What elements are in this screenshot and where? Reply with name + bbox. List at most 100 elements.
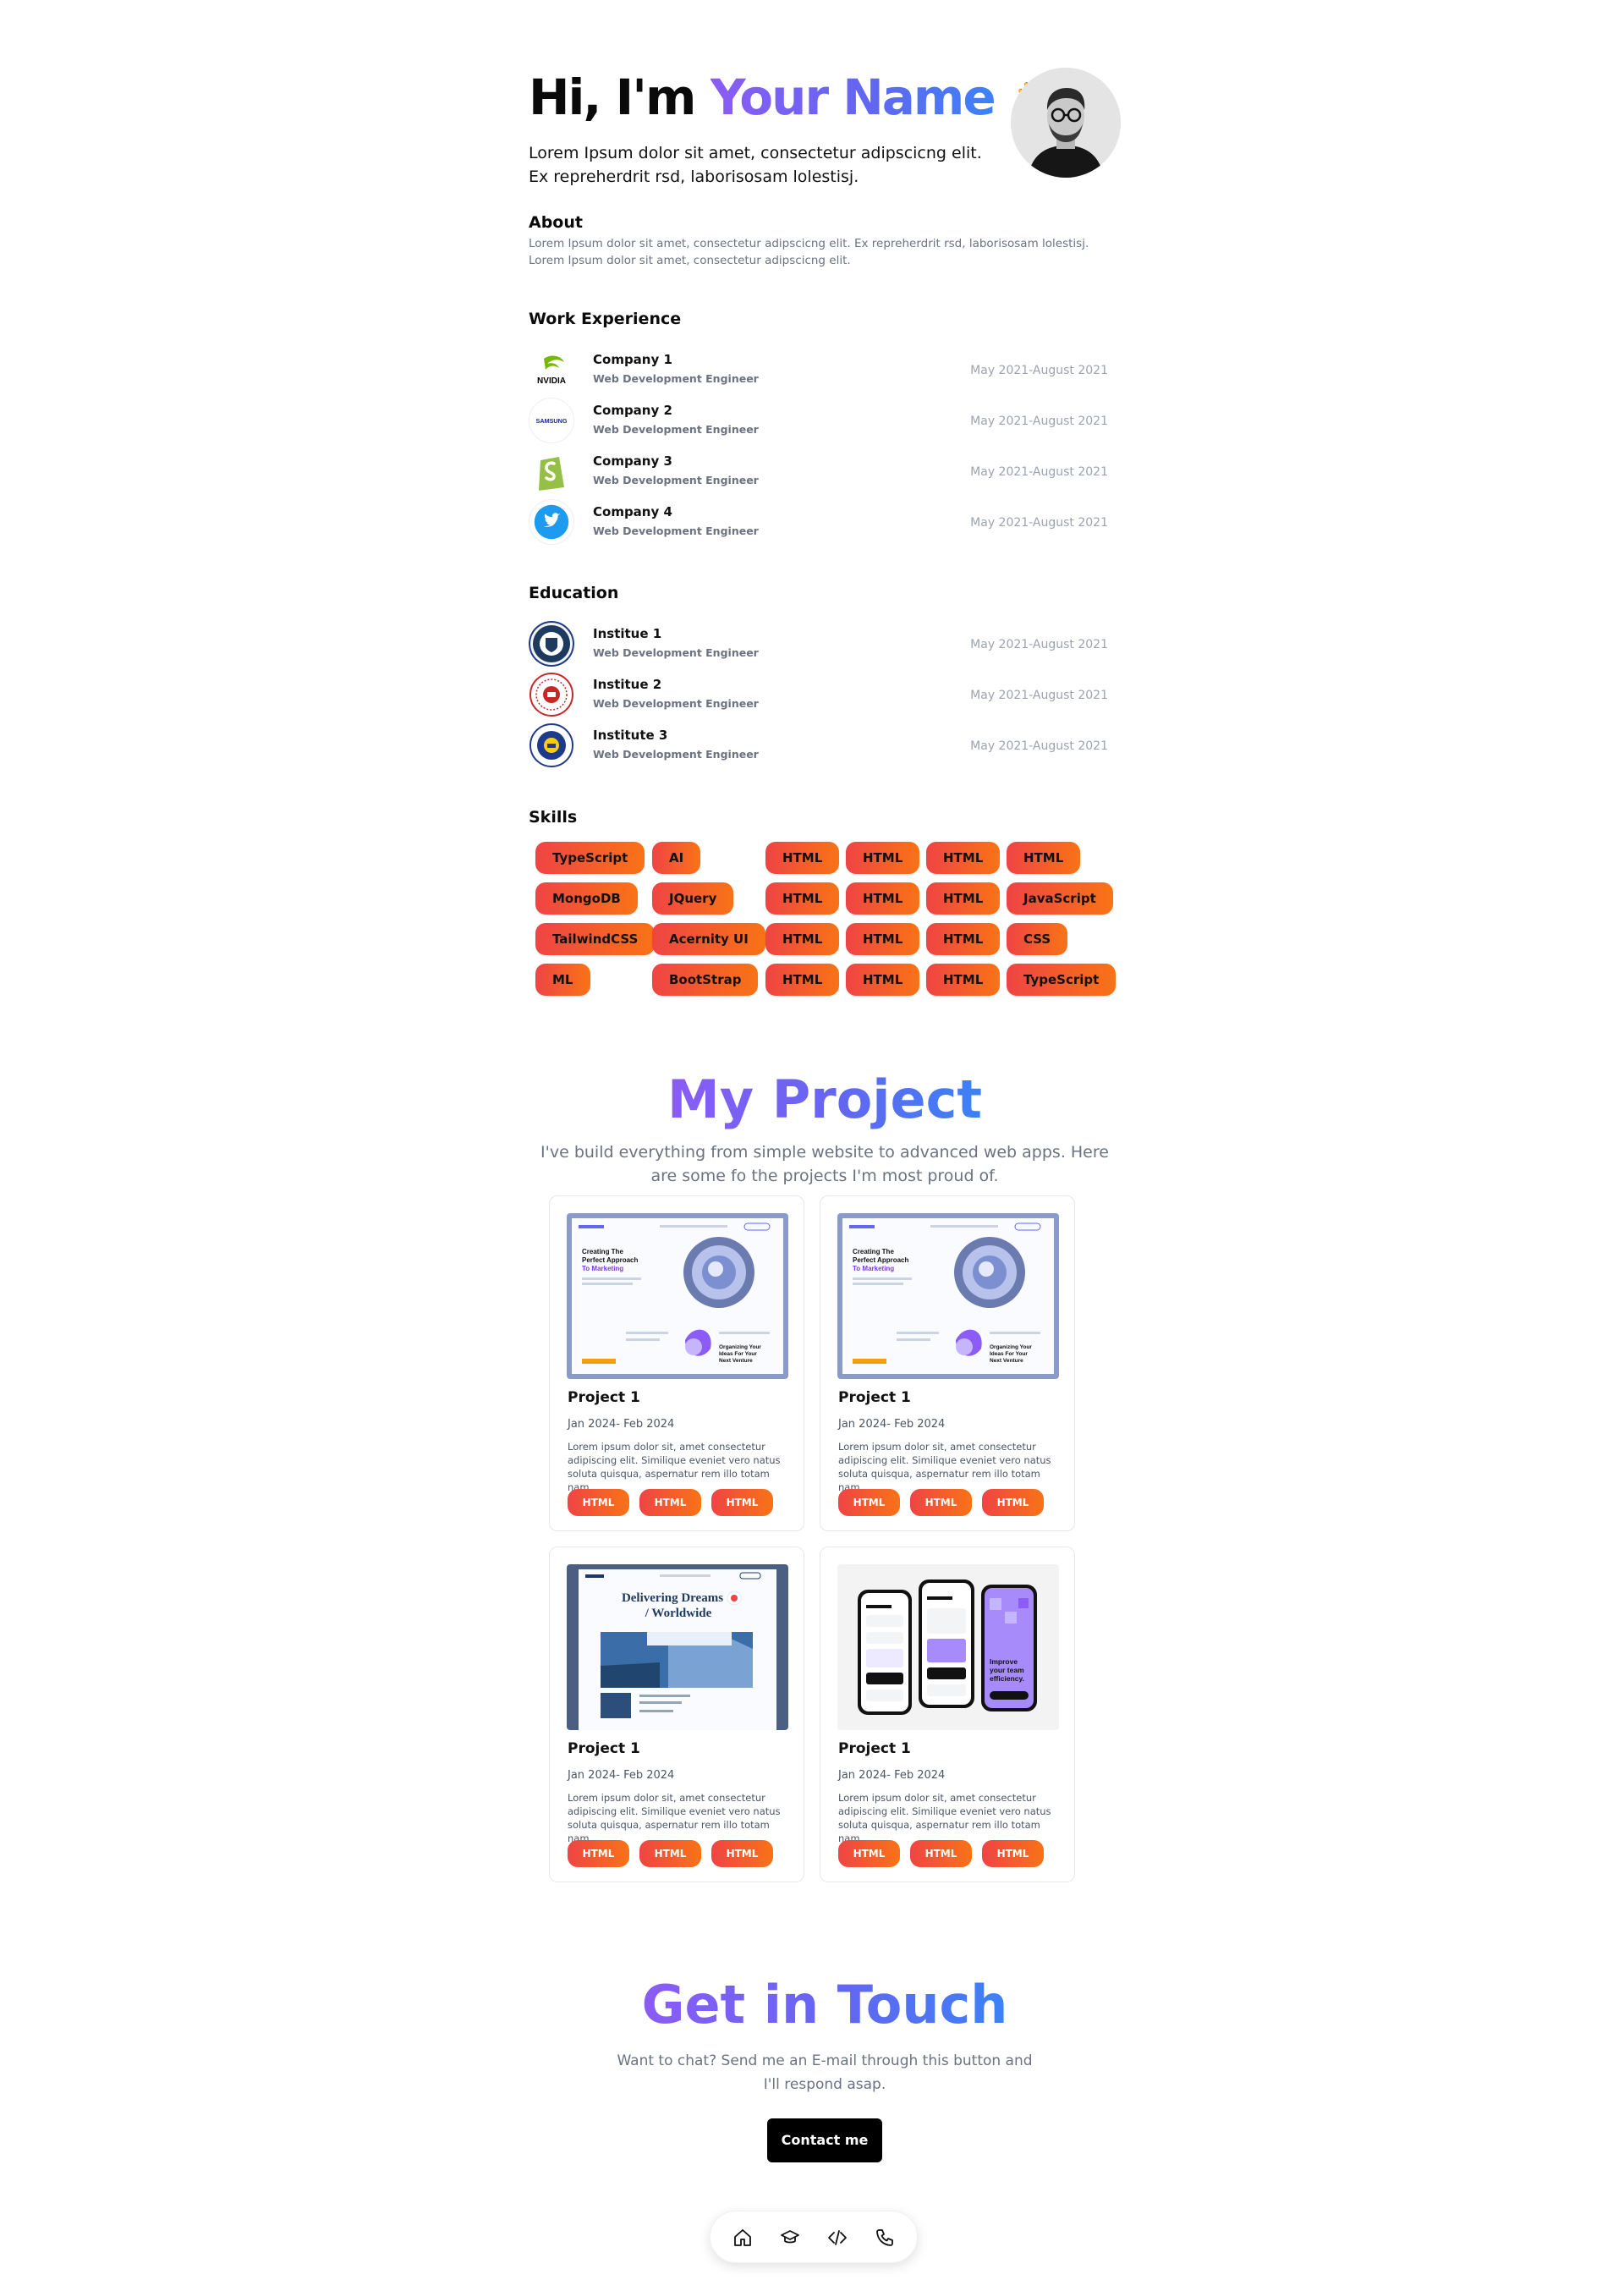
company-name: Company 2 — [593, 403, 672, 418]
skill-pill: AI — [652, 842, 701, 874]
svg-text:your team: your team — [990, 1666, 1024, 1674]
education-list: Institue 1 Web Development Engineer May … — [529, 619, 1121, 772]
work-item[interactable]: Company 3 Web Development Engineer May 2… — [529, 447, 1121, 497]
institute-seal-icon — [529, 722, 574, 768]
home-icon[interactable] — [732, 2228, 753, 2248]
work-date: May 2021-August 2021 — [970, 364, 1108, 377]
shopify-logo-icon — [529, 448, 574, 494]
hero-section: Hi, I'm Your Name 👋 Lorem Ipsum dolor si… — [529, 63, 1121, 186]
skill-pill: HTML — [765, 964, 840, 996]
svg-text:SAMSUNG: SAMSUNG — [536, 417, 568, 425]
about-text: Lorem Ipsum dolor sit amet, consectetur … — [529, 237, 1089, 267]
project-card[interactable]: Creating The Perfect Approach To Marketi… — [549, 1195, 804, 1531]
contact-section: Get in Touch Want to chat? Send me an E-… — [529, 1971, 1121, 2162]
company-role: Web Development Engineer — [593, 423, 759, 436]
svg-text:Organizing Your: Organizing Your — [719, 1344, 761, 1350]
project-tag: HTML — [982, 1489, 1044, 1516]
project-tags: HTML HTML HTML — [838, 1840, 1054, 1867]
work-title: Work Experience — [529, 310, 682, 328]
project-tags: HTML HTML HTML — [568, 1840, 783, 1867]
institute-name: Institue 1 — [593, 626, 662, 641]
institute-seal-icon — [529, 672, 574, 717]
svg-text:Ideas For Your: Ideas For Your — [719, 1351, 757, 1357]
institute-role: Web Development Engineer — [593, 697, 759, 710]
education-item[interactable]: Institute 3 Web Development Engineer May… — [529, 721, 1121, 772]
institute-role: Web Development Engineer — [593, 748, 759, 761]
svg-text:Next Venture: Next Venture — [990, 1358, 1023, 1364]
education-date: May 2021-August 2021 — [970, 689, 1108, 702]
about-title: About — [529, 213, 583, 232]
education-date: May 2021-August 2021 — [970, 638, 1108, 651]
svg-text:Organizing Your: Organizing Your — [990, 1344, 1032, 1350]
company-name: Company 4 — [593, 504, 672, 519]
project-tags: HTML HTML HTML — [838, 1489, 1054, 1516]
contact-title: Get in Touch — [642, 1971, 1008, 2039]
skill-pill: BootStrap — [652, 964, 759, 996]
graduation-cap-icon[interactable] — [780, 2228, 800, 2248]
project-card[interactable]: Improve your team efficiency. Project 1 … — [820, 1547, 1075, 1882]
project-date: Jan 2024- Feb 2024 — [838, 1418, 946, 1431]
education-date: May 2021-August 2021 — [970, 739, 1108, 753]
skill-pill: JavaScript — [1007, 882, 1113, 915]
project-tag: HTML — [910, 1840, 972, 1867]
skill-pill: ML — [535, 964, 590, 996]
project-tag: HTML — [982, 1840, 1044, 1867]
avatar — [1011, 68, 1121, 178]
project-tag: HTML — [838, 1489, 900, 1516]
project-card[interactable]: Delivering Dreams / Worldwide Project 1 … — [549, 1547, 804, 1882]
work-item[interactable]: Company 4 Web Development Engineer May 2… — [529, 497, 1121, 548]
skill-pill: HTML — [846, 964, 920, 996]
institute-name: Institue 2 — [593, 677, 662, 692]
work-date: May 2021-August 2021 — [970, 415, 1108, 428]
svg-text:To Marketing: To Marketing — [853, 1265, 894, 1272]
about-section: About Lorem Ipsum dolor sit amet, consec… — [529, 213, 1121, 269]
skill-pill: TypeScript — [535, 842, 645, 874]
project-description: Lorem ipsum dolor sit, amet consectetur … — [838, 1792, 1051, 1844]
contact-me-button[interactable]: Contact me — [767, 2118, 882, 2162]
code-icon[interactable] — [827, 2228, 848, 2248]
phone-icon[interactable] — [875, 2228, 895, 2248]
skills-grid: TypeScript MongoDB TailwindCSS ML AI JQu… — [529, 842, 1121, 1003]
skill-pill: HTML — [846, 882, 920, 915]
institute-role: Web Development Engineer — [593, 646, 759, 659]
project-title: Project 1 — [568, 1389, 640, 1406]
project-tag: HTML — [639, 1489, 701, 1516]
hero-greeting: Hi, I'm — [529, 69, 710, 126]
company-role: Web Development Engineer — [593, 372, 759, 385]
skill-pill: HTML — [926, 842, 1001, 874]
company-name: Company 3 — [593, 453, 672, 469]
project-tags: HTML HTML HTML — [568, 1489, 783, 1516]
project-screenshot: Creating The Perfect Approach To Marketi… — [567, 1213, 788, 1379]
project-screenshot: Delivering Dreams / Worldwide — [567, 1564, 788, 1730]
education-item[interactable]: Institue 2 Web Development Engineer May … — [529, 670, 1121, 721]
work-item[interactable]: NVIDIA Company 1 Web Development Enginee… — [529, 345, 1121, 396]
project-screenshot: Creating The Perfect Approach To Marketi… — [837, 1213, 1059, 1379]
company-role: Web Development Engineer — [593, 474, 759, 486]
svg-text:/ Worldwide: / Worldwide — [645, 1607, 712, 1620]
svg-text:Delivering Dreams: Delivering Dreams — [622, 1591, 723, 1605]
project-card[interactable]: Creating The Perfect Approach To Marketi… — [820, 1195, 1075, 1531]
work-list: NVIDIA Company 1 Web Development Enginee… — [529, 345, 1121, 548]
skill-pill: HTML — [926, 882, 1001, 915]
skill-pill: HTML — [846, 923, 920, 955]
skill-pill: HTML — [765, 923, 840, 955]
project-tag: HTML — [838, 1840, 900, 1867]
projects-subtitle: I've build everything from simple websit… — [540, 1143, 1109, 1185]
svg-text:Ideas For Your: Ideas For Your — [990, 1351, 1028, 1357]
education-title: Education — [529, 584, 619, 602]
company-role: Web Development Engineer — [593, 525, 759, 537]
project-title: Project 1 — [568, 1740, 640, 1757]
work-date: May 2021-August 2021 — [970, 516, 1108, 530]
hero-name: Your Name — [710, 69, 996, 126]
skill-pill: HTML — [926, 923, 1001, 955]
project-date: Jan 2024- Feb 2024 — [568, 1418, 675, 1431]
skill-pill: HTML — [926, 964, 1001, 996]
svg-text:Improve: Improve — [990, 1657, 1018, 1666]
projects-title: My Project — [667, 1066, 982, 1134]
skill-pill: HTML — [846, 842, 920, 874]
education-item[interactable]: Institue 1 Web Development Engineer May … — [529, 619, 1121, 670]
work-item[interactable]: SAMSUNG Company 2 Web Development Engine… — [529, 396, 1121, 447]
company-name: Company 1 — [593, 352, 672, 367]
nvidia-logo-icon: NVIDIA — [529, 347, 574, 393]
project-tag: HTML — [568, 1840, 629, 1867]
